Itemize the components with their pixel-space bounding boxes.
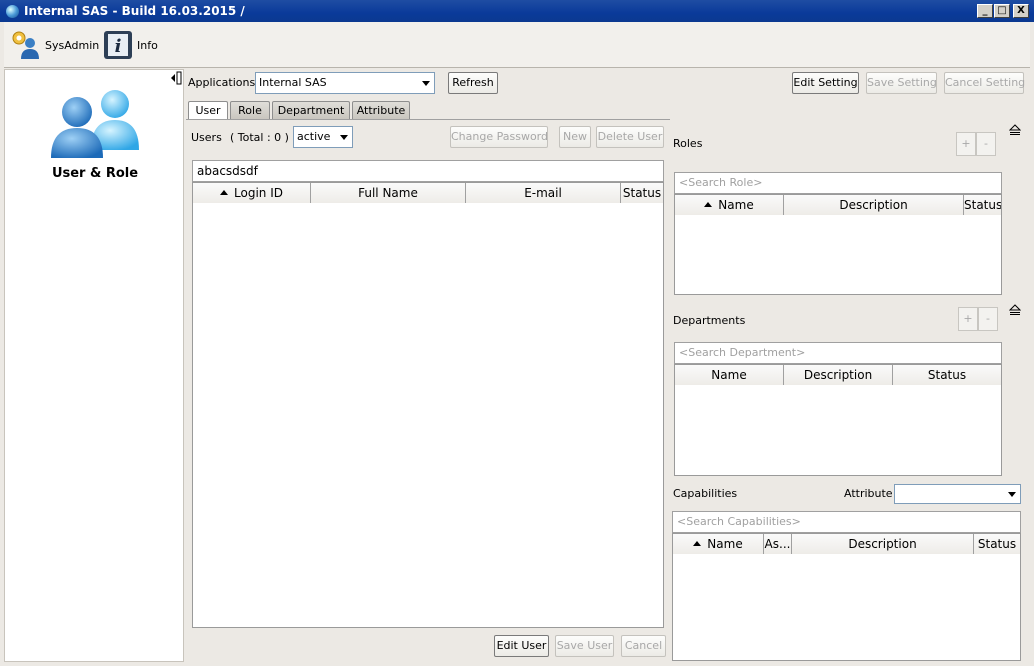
chevron-down-icon bbox=[340, 135, 348, 140]
main-toolbar: SysAdmin i Info bbox=[4, 22, 1030, 68]
edit-setting-button[interactable]: Edit Setting bbox=[792, 72, 859, 94]
column-department-name[interactable]: Name bbox=[675, 365, 784, 385]
tab-department[interactable]: Department bbox=[272, 101, 350, 119]
tab-user[interactable]: User bbox=[188, 101, 228, 120]
tab-attribute[interactable]: Attribute bbox=[352, 101, 410, 119]
cancel-setting-button[interactable]: Cancel Setting bbox=[944, 72, 1025, 94]
info-label: Info bbox=[137, 38, 158, 52]
application-select[interactable]: Internal SAS bbox=[255, 72, 435, 94]
column-capability-assigned[interactable]: As... bbox=[764, 534, 792, 554]
capabilities-table-header: Name As... Description Status bbox=[673, 534, 1020, 554]
sysadmin-tool[interactable]: SysAdmin bbox=[10, 26, 99, 64]
column-role-status[interactable]: Status bbox=[964, 195, 1001, 215]
users-table: Login ID Full Name E-mail Status bbox=[192, 182, 664, 628]
app-globe-icon bbox=[6, 4, 19, 18]
users-table-header: Login ID Full Name E-mail Status bbox=[193, 183, 663, 203]
column-full-name[interactable]: Full Name bbox=[311, 183, 466, 203]
column-role-description[interactable]: Description bbox=[784, 195, 964, 215]
column-login-id[interactable]: Login ID bbox=[193, 183, 311, 203]
application-selected-value: Internal SAS bbox=[259, 76, 327, 89]
column-email[interactable]: E-mail bbox=[466, 183, 621, 203]
sysadmin-label: SysAdmin bbox=[45, 38, 100, 52]
info-icon: i bbox=[104, 31, 132, 59]
maximize-button[interactable]: □ bbox=[994, 4, 1010, 18]
column-status[interactable]: Status bbox=[621, 183, 663, 203]
departments-table-header: Name Description Status bbox=[675, 365, 1001, 385]
user-search-input[interactable]: abacsdsdf bbox=[192, 160, 664, 182]
chevron-down-icon bbox=[422, 81, 430, 86]
users-label: Users bbox=[191, 131, 222, 144]
add-role-button[interactable]: + bbox=[956, 132, 976, 156]
title-bar: Internal SAS - Build 16.03.2015 / bbox=[0, 0, 1034, 22]
users-total: ( Total : 0 ) bbox=[230, 131, 289, 144]
capabilities-search-input[interactable]: <Search Capabilities> bbox=[672, 511, 1021, 533]
applications-label: Applications: bbox=[188, 76, 259, 89]
departments-table: Name Description Status bbox=[674, 364, 1002, 476]
edit-user-button[interactable]: Edit User bbox=[494, 635, 549, 657]
save-setting-button[interactable]: Save Setting bbox=[866, 72, 937, 94]
collapse-sidebar-icon[interactable] bbox=[170, 71, 182, 85]
save-user-button[interactable]: Save User bbox=[555, 635, 614, 657]
sort-ascending-icon bbox=[693, 541, 702, 546]
cancel-user-button[interactable]: Cancel bbox=[621, 635, 666, 657]
minimize-button[interactable]: _ bbox=[977, 4, 993, 18]
collapse-departments-icon[interactable] bbox=[1009, 304, 1021, 316]
attribute-label: Attribute bbox=[844, 487, 893, 500]
column-role-name[interactable]: Name bbox=[675, 195, 784, 215]
info-tool[interactable]: i Info bbox=[102, 26, 158, 64]
delete-user-button[interactable]: Delete User bbox=[596, 126, 664, 148]
user-role-icon bbox=[51, 90, 139, 158]
svg-text:i: i bbox=[115, 36, 122, 57]
close-button[interactable]: X bbox=[1013, 4, 1029, 18]
column-department-status[interactable]: Status bbox=[893, 365, 1001, 385]
add-department-button[interactable]: + bbox=[958, 307, 978, 331]
sort-ascending-icon bbox=[220, 190, 229, 195]
attribute-select[interactable] bbox=[894, 484, 1021, 504]
column-department-description[interactable]: Description bbox=[784, 365, 893, 385]
roles-table: Name Description Status bbox=[674, 194, 1002, 295]
capabilities-table: Name As... Description Status bbox=[672, 533, 1021, 661]
column-capability-status[interactable]: Status bbox=[974, 534, 1020, 554]
refresh-button[interactable]: Refresh bbox=[448, 72, 498, 94]
user-status-filter[interactable]: active bbox=[293, 126, 353, 148]
change-password-button[interactable]: Change Password bbox=[450, 126, 548, 148]
tab-role[interactable]: Role bbox=[230, 101, 270, 119]
collapse-roles-icon[interactable] bbox=[1009, 124, 1021, 136]
new-user-button[interactable]: New bbox=[559, 126, 591, 148]
department-search-input[interactable]: <Search Department> bbox=[674, 342, 1002, 364]
remove-role-button[interactable]: - bbox=[976, 132, 996, 156]
sysadmin-gear-user-icon bbox=[12, 31, 39, 59]
departments-label: Departments bbox=[673, 314, 746, 327]
sort-ascending-icon bbox=[704, 202, 713, 207]
role-search-input[interactable]: <Search Role> bbox=[674, 172, 1002, 194]
column-capability-description[interactable]: Description bbox=[792, 534, 974, 554]
sidebar-title: User & Role bbox=[51, 166, 139, 181]
user-status-filter-value: active bbox=[297, 130, 331, 143]
column-capability-name[interactable]: Name bbox=[673, 534, 764, 554]
roles-table-header: Name Description Status bbox=[675, 195, 1001, 215]
main-panel: Applications: Internal SAS Refresh Edit … bbox=[186, 69, 1030, 662]
sidebar: User & Role bbox=[4, 69, 184, 662]
chevron-down-icon bbox=[1008, 492, 1016, 497]
roles-label: Roles bbox=[673, 137, 703, 150]
window-title: Internal SAS - Build 16.03.2015 / bbox=[24, 4, 245, 18]
remove-department-button[interactable]: - bbox=[978, 307, 998, 331]
capabilities-label: Capabilities bbox=[673, 487, 738, 500]
